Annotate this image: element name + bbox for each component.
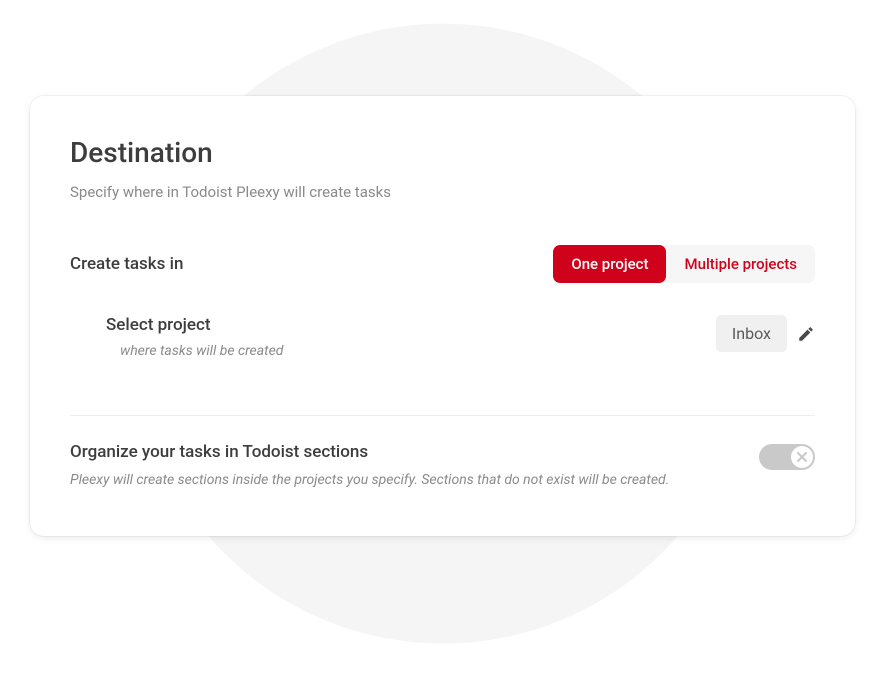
select-project-description: where tasks will be created — [106, 343, 283, 359]
multiple-projects-button[interactable]: Multiple projects — [666, 245, 815, 283]
organize-left: Organize your tasks in Todoist sections … — [70, 442, 759, 488]
project-mode-segmented: One project Multiple projects — [553, 245, 815, 283]
select-project-row: Select project where tasks will be creat… — [106, 315, 815, 359]
selected-project-chip[interactable]: Inbox — [716, 315, 787, 352]
select-project-left: Select project where tasks will be creat… — [106, 315, 283, 359]
one-project-button[interactable]: One project — [553, 245, 666, 283]
organize-toggle[interactable] — [759, 444, 815, 470]
page-subtitle: Specify where in Todoist Pleexy will cre… — [70, 183, 815, 201]
destination-card: Destination Specify where in Todoist Ple… — [30, 96, 855, 536]
select-project-block: Select project where tasks will be creat… — [70, 315, 815, 359]
toggle-knob — [791, 446, 813, 468]
page-title: Destination — [70, 136, 815, 169]
select-project-label: Select project — [106, 315, 283, 335]
create-tasks-row: Create tasks in One project Multiple pro… — [70, 245, 815, 283]
organize-title: Organize your tasks in Todoist sections — [70, 442, 759, 462]
select-project-right: Inbox — [716, 315, 815, 352]
organize-description: Pleexy will create sections inside the p… — [70, 472, 759, 488]
create-tasks-label: Create tasks in — [70, 254, 183, 274]
edit-icon[interactable] — [797, 325, 815, 343]
organize-row: Organize your tasks in Todoist sections … — [70, 442, 815, 488]
close-icon — [797, 452, 807, 462]
divider — [70, 415, 815, 416]
